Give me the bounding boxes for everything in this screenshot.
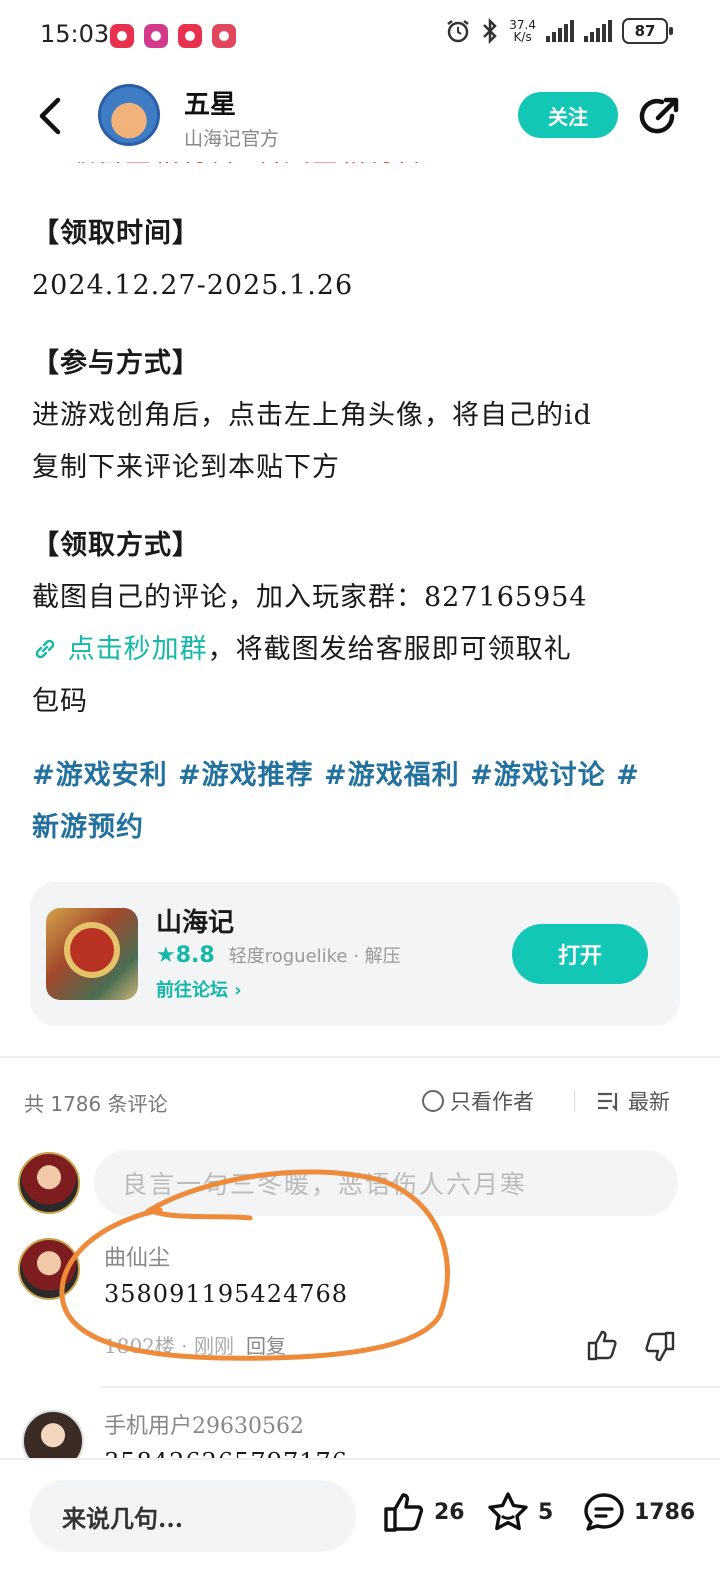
quick-comment-input[interactable]: 来说几句... (30, 1480, 356, 1552)
post-header: 五星 山海记官方 关注 (0, 72, 720, 162)
section-heading: 【领取方式】 (32, 530, 200, 561)
app-notification-icon (110, 24, 134, 48)
section-text: 进游戏创角后，点击左上角头像，将自己的id (32, 400, 592, 431)
group-link-line: 点击秒加群，将截图发给客服即可领取礼 (32, 624, 692, 676)
thumbs-up-icon[interactable] (586, 1328, 620, 1362)
hashtags[interactable]: #游戏安利 #游戏推荐 #游戏福利 #游戏讨论 # 新游预约 (32, 750, 692, 854)
comment-input[interactable]: 良言一句三冬暖，恶语伤人六月寒 (94, 1150, 678, 1216)
game-meta: ★8.8 轻度roguelike · 解压 (156, 942, 401, 968)
comment-username[interactable]: 手机用户29630562 (104, 1408, 304, 1440)
post-body: 【领取时间】 2024.12.27-2025.1.26 【参与方式】 进游戏创角… (32, 208, 692, 854)
star-icon: ★ (156, 942, 176, 968)
app-notification-icon (212, 24, 236, 48)
game-icon[interactable] (46, 908, 138, 1000)
thumbs-down-icon[interactable] (642, 1330, 676, 1364)
like-button[interactable]: 26 (382, 1490, 465, 1534)
section-heading: 【领取时间】 (32, 218, 200, 249)
notification-icons (110, 24, 236, 48)
status-bar: 15:03 37.4 K/s 87 (0, 0, 720, 72)
star-icon (488, 1492, 528, 1531)
author-only-toggle[interactable]: 只看作者 (422, 1086, 534, 1116)
section-text: 截图自己的评论，加入玩家群：827165954 (32, 582, 588, 613)
signal-icon (584, 20, 612, 42)
game-card[interactable]: 山海记 ★8.8 轻度roguelike · 解压 前往论坛 › 打开 (30, 882, 680, 1026)
share-icon[interactable] (636, 94, 682, 140)
comment-text: 358091195424768 (104, 1280, 349, 1308)
link-icon (35, 639, 55, 659)
my-avatar (18, 1152, 80, 1214)
open-game-button[interactable]: 打开 (512, 924, 648, 984)
author-subtitle: 山海记官方 (184, 128, 280, 150)
comments-button[interactable]: 1786 (582, 1490, 695, 1534)
sort-icon (598, 1092, 618, 1112)
section-text: 2024.12.27-2025.1.26 (32, 270, 354, 301)
app-notification-icon (144, 24, 168, 48)
radio-icon (422, 1090, 444, 1112)
favorite-button[interactable]: 5 (486, 1490, 553, 1534)
comment-count: 共 1786 条评论 (24, 1092, 168, 1116)
join-group-link[interactable]: 点击秒加群 (32, 634, 208, 665)
comment-meta: 1802楼 · 刚刚 回复 (104, 1334, 286, 1358)
signal-icon (546, 20, 574, 42)
comment-avatar[interactable] (18, 1238, 80, 1300)
alarm-icon (447, 20, 470, 43)
divider (100, 1386, 720, 1388)
reply-button[interactable]: 回复 (246, 1334, 286, 1358)
comment-icon (584, 1493, 624, 1531)
sort-newest-button[interactable]: 最新 (596, 1086, 670, 1116)
forum-link[interactable]: 前往论坛 › (156, 976, 242, 1002)
game-tags: 轻度roguelike · 解压 (228, 946, 401, 967)
thumbs-up-icon (384, 1493, 424, 1532)
follow-button[interactable]: 关注 (518, 92, 618, 138)
author-name[interactable]: 五星 (184, 84, 236, 121)
game-rating: ★8.8 (156, 942, 215, 968)
divider (0, 1056, 720, 1058)
bottom-action-bar: 来说几句... 26 5 1786 (0, 1458, 720, 1592)
back-button[interactable] (30, 92, 74, 140)
status-time: 15:03 (40, 20, 110, 48)
status-right: 37.4 K/s 87 (445, 18, 673, 44)
author-avatar[interactable] (98, 84, 160, 146)
chevron-right-icon: › (234, 980, 242, 1001)
app-notification-icon (178, 24, 202, 48)
game-name: 山海记 (156, 908, 235, 938)
network-speed: 37.4 K/s (509, 18, 536, 44)
comment-username[interactable]: 曲仙尘 (104, 1240, 170, 1272)
battery-icon: 87 (622, 18, 673, 44)
section-text: 复制下来评论到本贴下方 (32, 452, 340, 483)
divider (574, 1090, 575, 1112)
bluetooth-icon (483, 18, 498, 44)
section-heading: 【参与方式】 (32, 348, 200, 379)
section-text: 包码 (32, 686, 88, 717)
comments-toolbar: 共 1786 条评论 只看作者 最新 (24, 1082, 684, 1122)
